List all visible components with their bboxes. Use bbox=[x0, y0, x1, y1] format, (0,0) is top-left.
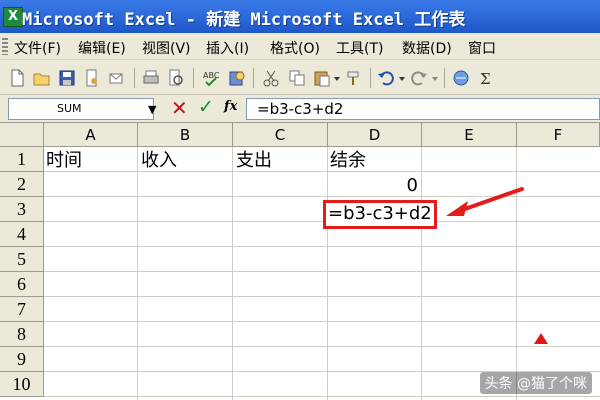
row-header-5[interactable]: 5 bbox=[0, 247, 44, 272]
svg-text:ABC: ABC bbox=[203, 71, 220, 80]
menu-data[interactable]: 数据(D) bbox=[402, 38, 452, 58]
formula-bar: SUM ▼ ✕ ✓ fx =b3-c3+d2 bbox=[0, 95, 600, 123]
column-header-c[interactable]: C bbox=[233, 123, 328, 147]
redo-icon[interactable] bbox=[410, 69, 428, 87]
select-all-corner[interactable] bbox=[0, 123, 44, 147]
name-box-dropdown-icon[interactable]: ▼ bbox=[148, 103, 156, 116]
cut-icon[interactable] bbox=[262, 69, 280, 87]
cell-b1[interactable]: 收入 bbox=[141, 148, 177, 173]
toolbar-separator bbox=[134, 68, 135, 88]
insert-function-button[interactable]: fx bbox=[224, 99, 237, 114]
paste-dropdown-icon[interactable] bbox=[333, 69, 341, 87]
red-triangle-marker bbox=[534, 333, 548, 344]
annotation-arrow bbox=[446, 187, 524, 216]
print-icon[interactable] bbox=[142, 69, 160, 87]
email-icon[interactable] bbox=[108, 69, 126, 87]
cell-a1[interactable]: 时间 bbox=[46, 148, 82, 173]
row-header-7[interactable]: 7 bbox=[0, 297, 44, 322]
open-folder-icon[interactable] bbox=[33, 69, 51, 87]
row-header-1[interactable]: 1 bbox=[0, 147, 44, 172]
spelling-check-icon[interactable]: ABC bbox=[202, 69, 220, 87]
row-header-9[interactable]: 9 bbox=[0, 347, 44, 372]
cell-d1[interactable]: 结余 bbox=[330, 148, 366, 173]
row-header-6[interactable]: 6 bbox=[0, 272, 44, 297]
menu-edit[interactable]: 编辑(E) bbox=[78, 38, 126, 58]
toolbar-separator bbox=[444, 68, 445, 88]
formula-input[interactable]: =b3-c3+d2 bbox=[246, 98, 600, 120]
name-box[interactable]: SUM bbox=[8, 98, 154, 120]
research-icon[interactable] bbox=[228, 69, 246, 87]
undo-dropdown-icon[interactable] bbox=[398, 69, 406, 87]
row-header-8[interactable]: 8 bbox=[0, 322, 44, 347]
paste-icon[interactable] bbox=[313, 69, 331, 87]
format-painter-icon[interactable] bbox=[345, 69, 363, 87]
window-title: Microsoft Excel - 新建 Microsoft Excel 工作表 bbox=[22, 10, 466, 30]
menu-insert[interactable]: 插入(I) bbox=[206, 38, 249, 58]
permission-icon[interactable] bbox=[83, 69, 101, 87]
print-preview-icon[interactable] bbox=[167, 69, 185, 87]
toolbar-separator bbox=[370, 68, 371, 88]
toolbar-separator bbox=[253, 68, 254, 88]
copy-icon[interactable] bbox=[288, 69, 306, 87]
column-header-f[interactable]: F bbox=[517, 123, 600, 147]
menu-file[interactable]: 文件(F) bbox=[14, 38, 61, 58]
row-header-3[interactable]: 3 bbox=[0, 197, 44, 222]
row-header-10[interactable]: 10 bbox=[0, 372, 44, 397]
column-header-d[interactable]: D bbox=[328, 123, 422, 147]
cell-d2[interactable]: 0 bbox=[328, 173, 422, 198]
standard-toolbar: ABC Σ bbox=[0, 60, 600, 95]
menu-grip-handle[interactable] bbox=[2, 38, 8, 55]
column-header-a[interactable]: A bbox=[44, 123, 138, 147]
save-icon[interactable] bbox=[58, 69, 76, 87]
menu-format[interactable]: 格式(O) bbox=[270, 38, 320, 58]
svg-text:Σ: Σ bbox=[480, 70, 491, 87]
watermark: 头条 @猫了个咪 bbox=[479, 372, 592, 394]
cancel-icon[interactable]: ✕ bbox=[171, 96, 188, 120]
excel-icon: X bbox=[3, 7, 23, 27]
row-header-2[interactable]: 2 bbox=[0, 172, 44, 197]
redo-dropdown-icon[interactable] bbox=[431, 69, 439, 87]
menu-tools[interactable]: 工具(T) bbox=[336, 38, 383, 58]
enter-icon[interactable]: ✓ bbox=[198, 96, 214, 118]
menu-view[interactable]: 视图(V) bbox=[142, 38, 191, 58]
cell-c1[interactable]: 支出 bbox=[236, 148, 272, 173]
menu-window[interactable]: 窗口 bbox=[468, 38, 496, 58]
column-header-b[interactable]: B bbox=[138, 123, 233, 147]
menu-bar: 文件(F) 编辑(E) 视图(V) 插入(I) 格式(O) 工具(T) 数据(D… bbox=[0, 33, 600, 60]
autosum-icon[interactable]: Σ bbox=[478, 69, 496, 87]
hyperlink-icon[interactable] bbox=[452, 69, 470, 87]
title-bar: X Microsoft Excel - 新建 Microsoft Excel 工… bbox=[0, 0, 600, 33]
toolbar-separator bbox=[193, 68, 194, 88]
undo-icon[interactable] bbox=[377, 69, 395, 87]
new-document-icon[interactable] bbox=[8, 69, 26, 87]
cell-d3-editing[interactable]: =b3-c3+d2 bbox=[323, 200, 437, 229]
worksheet-grid[interactable]: A B C D E F 1 2 3 4 5 6 7 8 9 10 时间 收入 支… bbox=[0, 123, 600, 400]
column-header-e[interactable]: E bbox=[422, 123, 517, 147]
row-header-4[interactable]: 4 bbox=[0, 222, 44, 247]
